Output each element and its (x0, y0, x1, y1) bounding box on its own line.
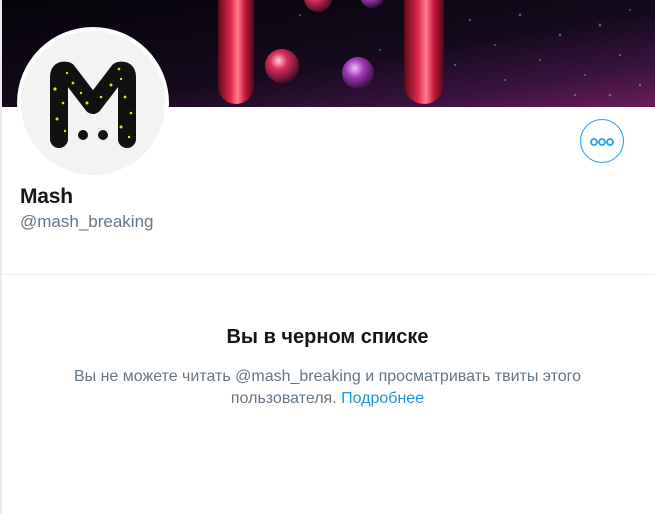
mash-m-logo-icon (21, 31, 165, 175)
more-options-button[interactable] (580, 119, 624, 163)
avatar[interactable] (17, 27, 169, 179)
section-divider (0, 274, 655, 275)
profile-display-name: Mash (20, 185, 73, 208)
learn-more-link[interactable]: Подробнее (341, 390, 424, 407)
blocked-notice-title: Вы в черном списке (226, 326, 429, 348)
profile-page: Mash @mash_breaking Вы в черном списке В… (0, 0, 655, 514)
profile-screen-name: @mash_breaking (20, 212, 154, 231)
blocked-notice-message-block: Вы не можете читать @mash_breaking и про… (35, 366, 620, 410)
column-border (0, 0, 2, 514)
more-dots-icon (590, 138, 614, 146)
blocked-notice-message: Вы не можете читать @mash_breaking и про… (73, 368, 582, 407)
avatar-image (21, 31, 165, 175)
